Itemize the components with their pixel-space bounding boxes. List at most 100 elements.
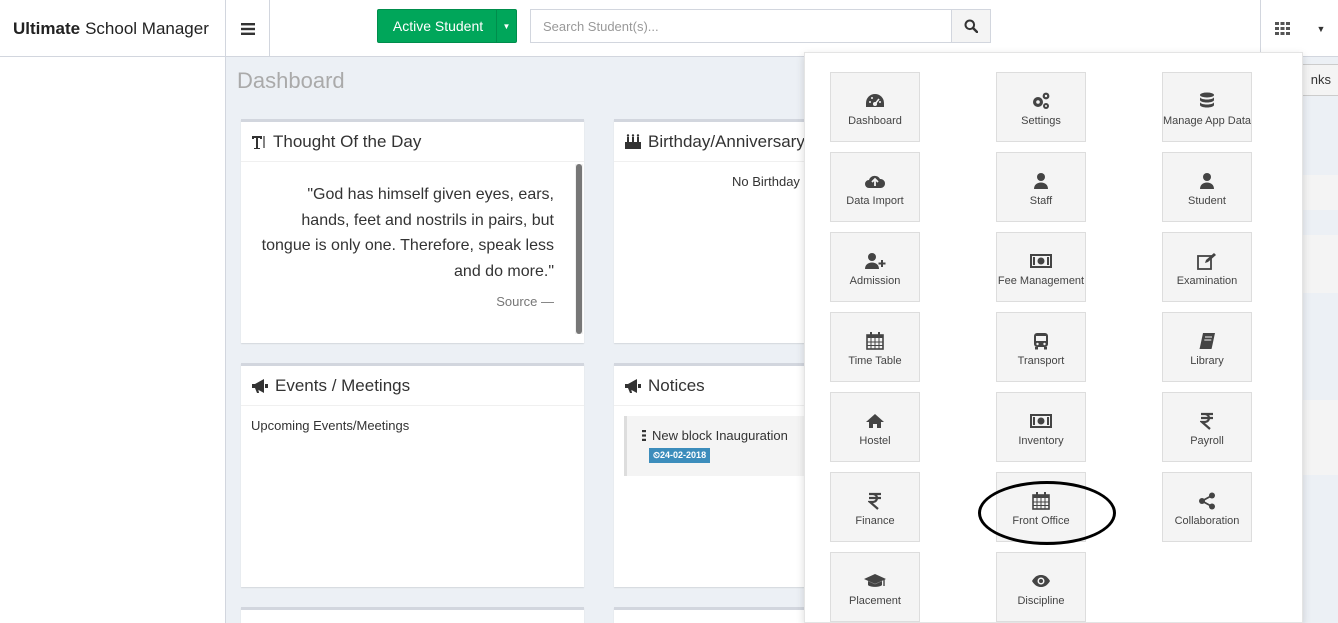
app-tile-label: Library — [1190, 355, 1224, 367]
app-tile-admission[interactable]: Admission — [830, 232, 920, 302]
brand-logo[interactable]: Ultimate School Manager — [0, 0, 226, 57]
app-tile-finance[interactable]: Finance — [830, 472, 920, 542]
birthday-cake-icon — [624, 133, 642, 150]
notice-title: New block Inauguration — [652, 428, 788, 443]
app-tile-staff[interactable]: Staff — [996, 152, 1086, 222]
gears-icon — [1031, 91, 1051, 111]
right-edge-boxes — [1303, 100, 1338, 623]
box-header: Thought Of the Day — [241, 122, 584, 162]
money-icon — [1030, 251, 1052, 271]
app-tile-label: Time Table — [848, 355, 902, 367]
list-handle-icon — [642, 430, 646, 441]
app-tile-label: Hostel — [859, 435, 891, 447]
home-icon — [865, 411, 885, 431]
book-icon — [1198, 331, 1216, 351]
money-icon — [1030, 411, 1052, 431]
page-title: Dashboard — [237, 68, 345, 93]
app-tile-label: Settings — [1021, 115, 1061, 127]
box-header: Events / Meetings — [241, 366, 584, 406]
eye-icon — [1031, 571, 1051, 591]
app-tile-label: Dashboard — [848, 115, 902, 127]
cloud-upload-icon — [864, 171, 886, 191]
bullhorn-icon — [624, 378, 642, 394]
database-icon — [1199, 91, 1215, 111]
events-title: Events / Meetings — [275, 375, 411, 395]
app-tile-collaboration[interactable]: Collaboration — [1162, 472, 1252, 542]
search-student-input[interactable] — [530, 9, 952, 43]
app-tile-label: Data Import — [846, 195, 904, 207]
app-tile-student[interactable]: Student — [1162, 152, 1252, 222]
app-tile-label: Discipline — [1017, 595, 1065, 607]
events-meetings-box: Events / Meetings Upcoming Events/Meetin… — [241, 363, 584, 587]
bullhorn-icon — [251, 378, 269, 394]
share-icon — [1198, 491, 1216, 511]
app-tile-label: Placement — [849, 595, 901, 607]
text-height-icon — [251, 134, 267, 150]
notice-date-badge: ⏲24-02-2018 — [649, 448, 711, 463]
hamburger-menu-icon[interactable] — [226, 0, 270, 57]
thought-of-the-day-box: Thought Of the Day "God has himself give… — [241, 119, 584, 343]
apps-grid-button[interactable] — [1260, 0, 1304, 57]
app-tile-data-import[interactable]: Data Import — [830, 152, 920, 222]
app-tile-label: Collaboration — [1174, 515, 1240, 527]
graduation-cap-icon — [863, 571, 887, 591]
user-icon — [1033, 171, 1049, 191]
app-tile-label: Fee Management — [997, 275, 1085, 287]
thought-source: Source — — [496, 294, 554, 309]
app-tile-examination[interactable]: Examination — [1162, 232, 1252, 302]
user-icon — [1199, 171, 1215, 191]
app-tile-library[interactable]: Library — [1162, 312, 1252, 382]
app-tile-manage-app-data[interactable]: Manage App Data — [1162, 72, 1252, 142]
app-tile-inventory[interactable]: Inventory — [996, 392, 1086, 462]
app-tile-label: Student — [1188, 195, 1226, 207]
scrollbar[interactable] — [576, 164, 582, 334]
notice-item[interactable]: New block Inauguration ⏲24-02-2018 — [624, 416, 814, 476]
app-tile-label: Staff — [1029, 195, 1053, 207]
app-tile-label: Examination — [1176, 275, 1238, 287]
rupee-icon — [1200, 411, 1214, 431]
notices-box: Notices New block Inauguration ⏲24-02-20… — [614, 363, 814, 587]
active-student-button[interactable]: Active Student ▼ — [377, 9, 517, 43]
app-tile-transport[interactable]: Transport — [996, 312, 1086, 382]
box-header: Notices — [614, 366, 814, 406]
dashboard-icon — [865, 91, 885, 111]
calendar-icon — [866, 331, 884, 351]
app-tile-discipline[interactable]: Discipline — [996, 552, 1086, 622]
bus-icon — [1032, 331, 1050, 351]
app-tile-label: Manage App Data — [1162, 115, 1252, 127]
grid-icon — [1275, 22, 1290, 35]
thought-title: Thought Of the Day — [273, 131, 422, 151]
app-tile-hostel[interactable]: Hostel — [830, 392, 920, 462]
thought-quote: "God has himself given eyes, ears, hands… — [261, 186, 554, 280]
user-menu-caret-icon[interactable]: ▼ — [1304, 0, 1338, 57]
app-tile-fee-management[interactable]: Fee Management — [996, 232, 1086, 302]
app-tile-label: Admission — [849, 275, 901, 287]
edit-icon — [1197, 251, 1217, 271]
brand-rest: School Manager — [85, 18, 209, 38]
app-tile-placement[interactable]: Placement — [830, 552, 920, 622]
bottom-box-left — [241, 607, 584, 623]
app-tile-payroll[interactable]: Payroll — [1162, 392, 1252, 462]
search-icon — [964, 19, 978, 33]
birthday-anniversary-box: Birthday/Anniversary No Birthday — [614, 119, 814, 343]
app-tile-label: Payroll — [1190, 435, 1224, 447]
app-tile-label: Finance — [855, 515, 895, 527]
notices-title: Notices — [648, 375, 705, 395]
user-plus-icon — [864, 251, 886, 271]
caret-down-icon[interactable]: ▼ — [496, 10, 516, 42]
app-tile-settings[interactable]: Settings — [996, 72, 1086, 142]
sidebar — [0, 57, 226, 623]
app-tile-label: Inventory — [1018, 435, 1064, 447]
birthday-title: Birthday/Anniversary — [648, 131, 805, 151]
box-header: Birthday/Anniversary — [614, 122, 814, 162]
app-tile-label: Transport — [1017, 355, 1065, 367]
upcoming-events-text: Upcoming Events/Meetings — [251, 418, 410, 433]
bottom-box-right — [614, 607, 814, 623]
notice-date: 24-02-2018 — [660, 450, 707, 460]
search-button[interactable] — [951, 9, 991, 43]
app-tile-dashboard[interactable]: Dashboard — [830, 72, 920, 142]
brand-bold: Ultimate — [13, 18, 81, 38]
annotation-circle — [978, 481, 1116, 545]
app-tile-time-table[interactable]: Time Table — [830, 312, 920, 382]
clock-icon: ⏲ — [653, 450, 661, 460]
